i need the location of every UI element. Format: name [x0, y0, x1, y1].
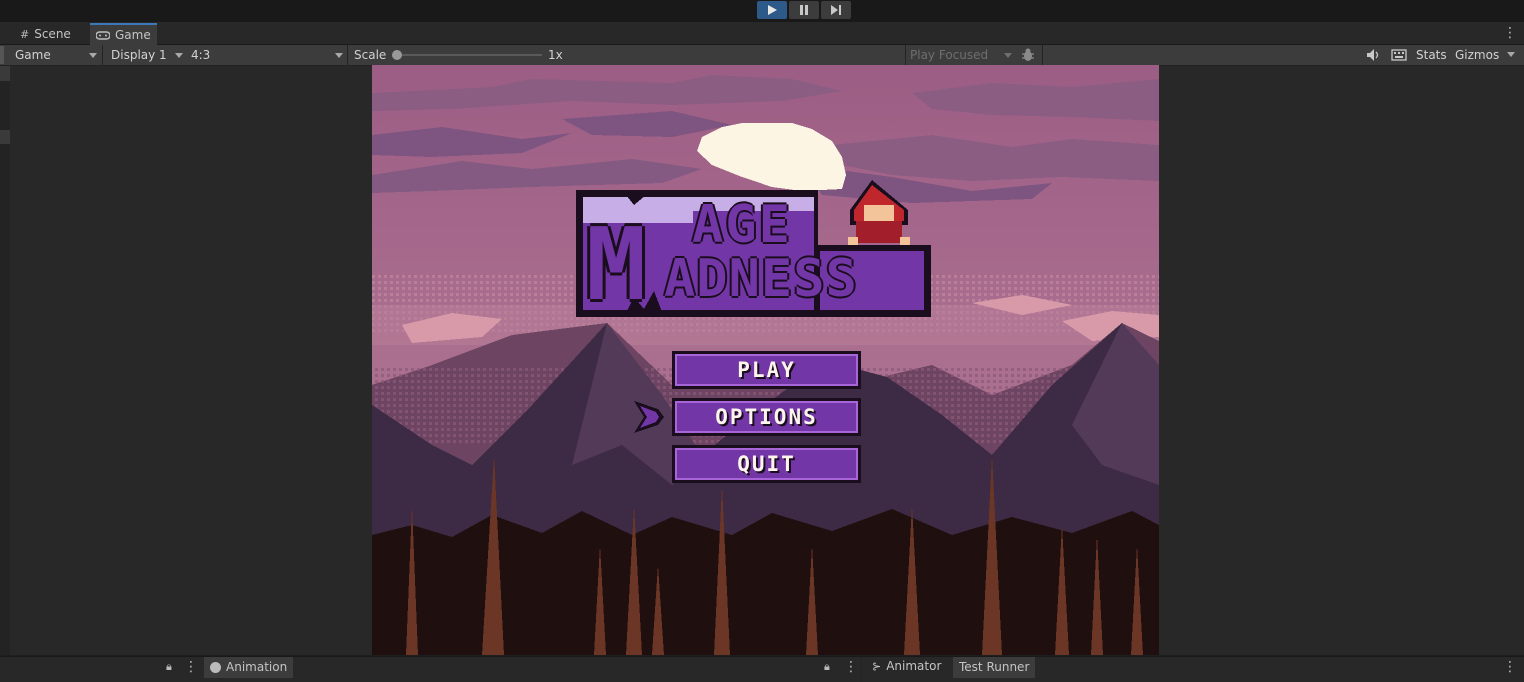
play-mode-select[interactable]: Play Focused — [910, 46, 1015, 64]
divider — [1042, 45, 1043, 65]
more-options-icon[interactable]: ⋮ — [184, 659, 198, 675]
chevron-down-icon — [175, 53, 183, 58]
panel-edge-tab — [0, 66, 10, 81]
logo-m-glyph: M — [586, 206, 647, 323]
pause-icon — [800, 5, 808, 15]
display-select-value: Display 1 — [111, 48, 167, 62]
display-select[interactable]: Display 1 — [111, 46, 186, 64]
stats-button[interactable]: Stats — [1416, 46, 1447, 64]
clock-icon — [210, 662, 221, 673]
grid-icon: # — [20, 28, 30, 41]
aspect-select-value: 4:3 — [191, 48, 211, 62]
tab-test-runner-label: Test Runner — [959, 660, 1030, 674]
tab-scene-label: Scene — [34, 27, 71, 41]
keyboard-icon[interactable] — [1391, 48, 1407, 65]
scale-label: Scale — [354, 48, 387, 62]
quit-menu-button[interactable]: QUIT — [672, 445, 861, 483]
tab-animator-label: Animator — [886, 659, 942, 673]
tab-game[interactable]: Game — [90, 23, 157, 46]
gamepad-icon — [96, 31, 110, 40]
chevron-down-icon — [335, 53, 343, 58]
divider — [861, 657, 862, 682]
panel-edge-tab — [0, 130, 10, 144]
lock-icon[interactable]: 🔒︎ — [824, 660, 830, 674]
scale-slider-handle[interactable] — [392, 50, 402, 60]
scale-value: 1x — [548, 48, 563, 62]
play-mode-value: Play Focused — [910, 48, 989, 62]
logo-line-1: AGE — [692, 195, 792, 255]
aspect-select[interactable]: 4:3 — [191, 46, 346, 64]
audio-mute-icon[interactable] — [1366, 48, 1380, 65]
chevron-down-icon[interactable] — [1507, 52, 1515, 57]
bottom-panel-tabs: 🔒︎ ⋮ Animation 🔒︎ ⋮ ⊱ Animator Test Runn… — [0, 656, 1524, 682]
lock-icon[interactable]: 🔒︎ — [166, 660, 172, 674]
view-select[interactable]: Game — [15, 46, 100, 64]
logo-line-2: ADNESS — [664, 249, 858, 309]
tab-animation-label: Animation — [226, 660, 288, 674]
pause-button[interactable] — [789, 1, 819, 19]
divider — [102, 45, 103, 65]
step-button[interactable] — [821, 1, 851, 19]
bug-icon[interactable] — [1021, 47, 1035, 66]
game-view-toolbar: Game Display 1 4:3 Scale 1x Play Focused… — [0, 45, 1524, 66]
play-icon — [768, 5, 777, 15]
tab-animator[interactable]: ⊱ Animator — [866, 657, 947, 676]
gizmos-button[interactable]: Gizmos — [1455, 46, 1499, 64]
divider — [347, 45, 348, 65]
options-menu-button[interactable]: OPTIONS — [672, 398, 861, 436]
step-icon — [831, 5, 841, 15]
panel-edge — [0, 46, 4, 64]
chevron-down-icon — [89, 53, 97, 58]
more-options-icon[interactable]: ⋮ — [1503, 659, 1517, 675]
more-options-icon[interactable]: ⋮ — [844, 659, 858, 675]
tab-animation[interactable]: Animation — [204, 657, 294, 678]
tab-game-label: Game — [115, 28, 151, 42]
animator-icon: ⊱ — [872, 660, 882, 673]
more-options-icon[interactable]: ⋮ — [1503, 25, 1517, 41]
view-select-value: Game — [15, 48, 51, 62]
chevron-down-icon — [1004, 53, 1012, 58]
game-render[interactable]: AGE ADNESS M PLAY OPTIONS QUIT — [372, 65, 1159, 655]
divider — [905, 45, 906, 65]
play-button[interactable] — [757, 1, 787, 19]
tab-test-runner[interactable]: Test Runner — [953, 657, 1036, 678]
play-menu-button[interactable]: PLAY — [672, 351, 861, 389]
play-mode-bar — [0, 0, 1524, 22]
tab-scene[interactable]: # Scene — [14, 25, 77, 44]
scale-slider-track[interactable] — [397, 54, 542, 56]
window-tab-strip: # Scene Game ⋮ — [0, 22, 1524, 46]
